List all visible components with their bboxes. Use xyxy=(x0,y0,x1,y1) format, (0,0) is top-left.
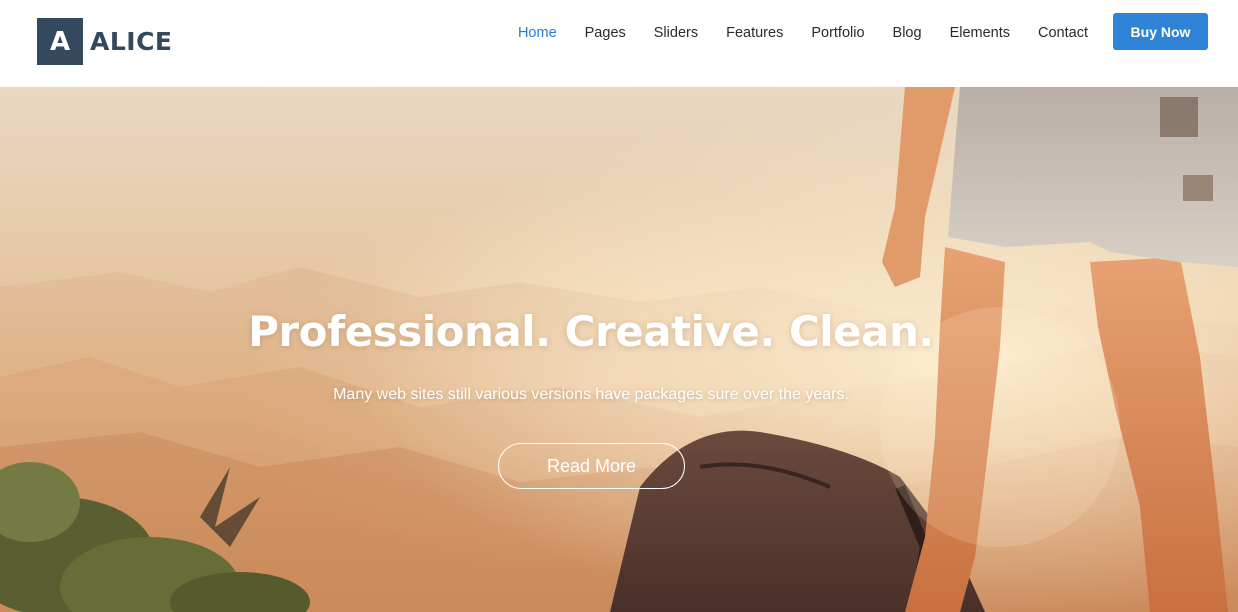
hero-title: Professional. Creative. Clean. xyxy=(248,307,934,356)
nav-contact[interactable]: Contact xyxy=(1038,21,1088,45)
nav-blog[interactable]: Blog xyxy=(893,21,922,45)
hero-content: Professional. Creative. Clean. Many web … xyxy=(0,87,1238,612)
nav-home[interactable]: Home xyxy=(518,21,557,45)
nav-sliders[interactable]: Sliders xyxy=(654,21,698,45)
nav-features[interactable]: Features xyxy=(726,21,783,45)
buy-now-button[interactable]: Buy Now xyxy=(1113,13,1208,50)
hero-subtitle: Many web sites still various versions ha… xyxy=(333,386,849,403)
logo[interactable]: A ALICE xyxy=(37,18,173,65)
nav-elements[interactable]: Elements xyxy=(950,21,1010,45)
site-header: A ALICE Home Pages Sliders Features Port… xyxy=(0,0,1238,87)
nav-pages[interactable]: Pages xyxy=(585,21,626,45)
nav-portfolio[interactable]: Portfolio xyxy=(811,21,864,45)
read-more-button[interactable]: Read More xyxy=(498,443,685,489)
logo-text: ALICE xyxy=(90,27,173,56)
logo-mark: A xyxy=(37,18,83,65)
hero-section: Professional. Creative. Clean. Many web … xyxy=(0,87,1238,612)
main-nav: Home Pages Sliders Features Portfolio Bl… xyxy=(490,21,1088,45)
